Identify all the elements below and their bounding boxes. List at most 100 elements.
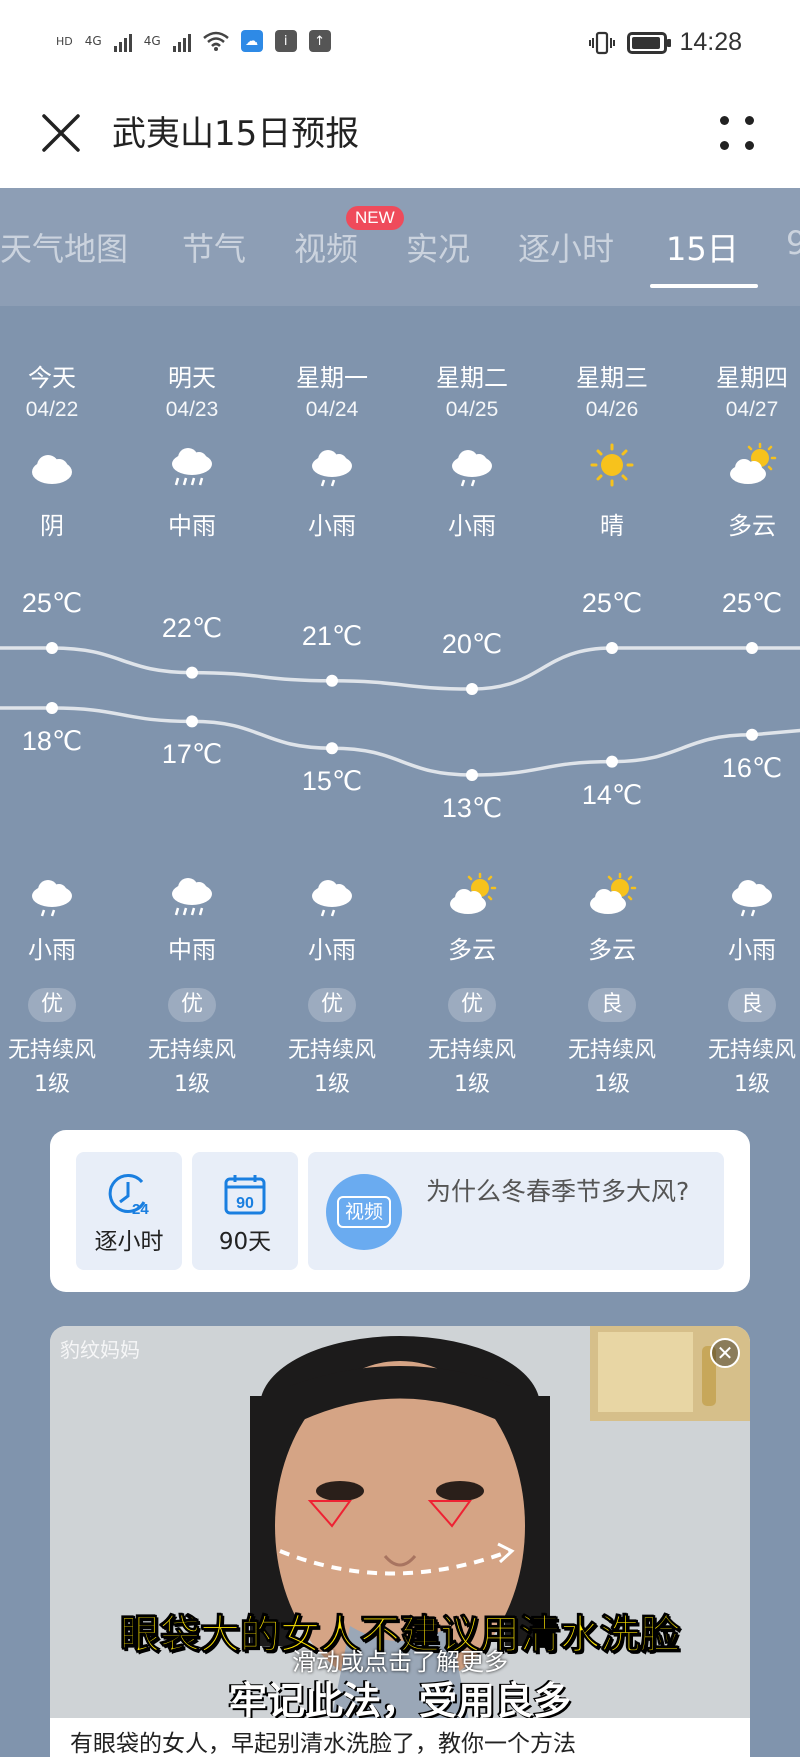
high-temp-point bbox=[606, 642, 618, 654]
day-name: 星期一 bbox=[296, 364, 368, 392]
high-temp-point bbox=[186, 666, 198, 679]
low-temp-label: 16℃ bbox=[721, 752, 783, 783]
day-condition: 多云 bbox=[728, 512, 776, 540]
status-bar: HD 4G 4G ☁ i ↑ 14:28 bbox=[0, 0, 800, 88]
ad-caption[interactable]: 有眼袋的女人，早起别清水洗脸了，教你一个方法 bbox=[50, 1718, 750, 1757]
high-temp-label: 20℃ bbox=[441, 629, 503, 659]
active-tab-indicator bbox=[650, 284, 758, 288]
day-date: 04/23 bbox=[165, 398, 219, 421]
ad-close-icon[interactable]: ✕ bbox=[710, 1338, 740, 1368]
network-4g-label: 4G bbox=[84, 34, 102, 48]
signal-icon-2 bbox=[172, 30, 191, 52]
upload-app-icon: ↑ bbox=[308, 30, 331, 52]
high-temp-point bbox=[326, 674, 338, 687]
wind-level: 1级 bbox=[734, 1072, 770, 1097]
high-temp-curve bbox=[0, 646, 800, 691]
tab-hourly[interactable]: 逐小时 bbox=[518, 224, 614, 270]
day-date: 04/22 bbox=[25, 398, 79, 421]
low-temp-point bbox=[606, 755, 618, 768]
night-condition: 多云 bbox=[588, 936, 636, 964]
heavy-rain-icon bbox=[172, 448, 212, 486]
low-temp-label: 18℃ bbox=[21, 726, 83, 756]
high-temp-point bbox=[466, 683, 478, 695]
tab-15-day[interactable]: 15日 bbox=[666, 224, 739, 270]
wind-level: 1级 bbox=[594, 1072, 630, 1097]
low-temp-point bbox=[46, 702, 58, 714]
title-bar: 武夷山15日预报 bbox=[0, 88, 800, 188]
wind-text: 无持续风 bbox=[707, 1038, 796, 1063]
close-icon[interactable] bbox=[36, 108, 86, 158]
hourly-label: 逐小时 bbox=[94, 1229, 164, 1255]
ad-subheadline: 牢记此法，受用良多 bbox=[228, 1679, 571, 1723]
ninety-day-link[interactable]: 90 90天 bbox=[192, 1152, 298, 1270]
day-name: 明天 bbox=[168, 364, 216, 392]
ad-card[interactable]: 豹纹妈妈 ✕ 眼袋大的女人不建议用清水洗脸 滑动或点击了解更多 牢记此法，受用良… bbox=[50, 1326, 750, 1757]
hourly-link[interactable]: 24 逐小时 bbox=[76, 1152, 182, 1270]
aqi-badge: 良 bbox=[728, 988, 776, 1022]
aqi-badge: 优 bbox=[168, 988, 216, 1022]
tab-weather-map[interactable]: 天气地图 bbox=[0, 224, 128, 270]
high-temp-label: 25℃ bbox=[581, 588, 643, 618]
partly-cloudy-icon bbox=[590, 872, 637, 914]
svg-text:24: 24 bbox=[132, 1201, 149, 1218]
status-icons-right: 14:28 bbox=[589, 28, 742, 57]
ad-brand-logo: 豹纹妈妈 bbox=[60, 1338, 140, 1362]
new-badge: NEW bbox=[346, 206, 404, 230]
day-name: 今天 bbox=[28, 364, 76, 392]
low-temp-label: 14℃ bbox=[581, 779, 643, 810]
wind-level: 1级 bbox=[34, 1072, 70, 1097]
wind-text: 无持续风 bbox=[567, 1038, 656, 1063]
page-title: 武夷山15日预报 bbox=[112, 114, 360, 154]
cloud-icon bbox=[32, 455, 72, 484]
tab-partial-next[interactable]: 9 bbox=[786, 224, 800, 262]
wind-text: 无持续风 bbox=[147, 1038, 236, 1063]
day-date: 04/24 bbox=[305, 398, 359, 421]
wind-text: 无持续风 bbox=[287, 1038, 376, 1063]
high-temp-point bbox=[746, 642, 758, 654]
low-temp-label: 13℃ bbox=[441, 793, 503, 823]
cloud-app-icon: ☁ bbox=[240, 30, 263, 52]
day-condition: 阴 bbox=[40, 512, 64, 540]
rain-cloud-icon bbox=[312, 880, 352, 917]
rain-cloud-icon bbox=[32, 880, 72, 917]
high-temp-label: 22℃ bbox=[161, 612, 223, 643]
day-date: 04/26 bbox=[585, 398, 639, 421]
network-4g-label-2: 4G bbox=[143, 34, 161, 48]
wifi-icon bbox=[202, 31, 229, 51]
low-temp-point bbox=[466, 769, 478, 781]
wind-text: 无持续风 bbox=[7, 1038, 96, 1063]
day-condition: 中雨 bbox=[168, 512, 216, 540]
wind-level: 1级 bbox=[454, 1072, 490, 1097]
night-condition: 多云 bbox=[448, 936, 496, 964]
video-title: 为什么冬春季节多大风? bbox=[426, 1177, 690, 1206]
forecast-panel: 今天 04/22 阴 小雨 优 无持续风 1级 明天 04/23 中雨 中雨 优 … bbox=[0, 306, 800, 1106]
low-temp-point bbox=[186, 715, 198, 728]
quick-links-card: 24 逐小时 90 90天 视频 为什么冬春季节多大风? bbox=[50, 1130, 750, 1292]
partly-cloudy-icon bbox=[730, 442, 777, 484]
aqi-badge: 优 bbox=[308, 988, 356, 1022]
video-icon: 视频 bbox=[326, 1174, 402, 1250]
vibrate-icon bbox=[589, 31, 616, 54]
more-options-icon[interactable] bbox=[714, 110, 760, 156]
tab-video[interactable]: 视频 bbox=[294, 224, 358, 270]
high-temp-point bbox=[46, 642, 58, 654]
svg-text:90: 90 bbox=[236, 1195, 254, 1212]
hd-label: HD bbox=[56, 34, 73, 48]
aqi-badge: 优 bbox=[28, 988, 76, 1022]
battery-icon bbox=[627, 31, 672, 54]
day-condition: 小雨 bbox=[308, 512, 356, 540]
tab-live[interactable]: 实况 bbox=[406, 224, 470, 270]
sun-icon bbox=[590, 443, 634, 487]
low-temp-point bbox=[326, 742, 338, 755]
day-date: 04/27 bbox=[725, 398, 779, 421]
heavy-rain-icon bbox=[172, 878, 212, 916]
wind-level: 1级 bbox=[174, 1072, 210, 1097]
partly-cloudy-icon bbox=[450, 872, 497, 914]
aqi-badge: 优 bbox=[448, 988, 496, 1022]
video-link[interactable]: 视频 为什么冬春季节多大风? bbox=[308, 1152, 724, 1270]
tab-solar-terms[interactable]: 节气 bbox=[182, 224, 246, 270]
calendar-90-icon: 90 bbox=[224, 1175, 266, 1215]
rain-cloud-icon bbox=[732, 880, 772, 917]
night-condition: 小雨 bbox=[728, 936, 776, 964]
ninety-day-label: 90天 bbox=[218, 1229, 272, 1255]
